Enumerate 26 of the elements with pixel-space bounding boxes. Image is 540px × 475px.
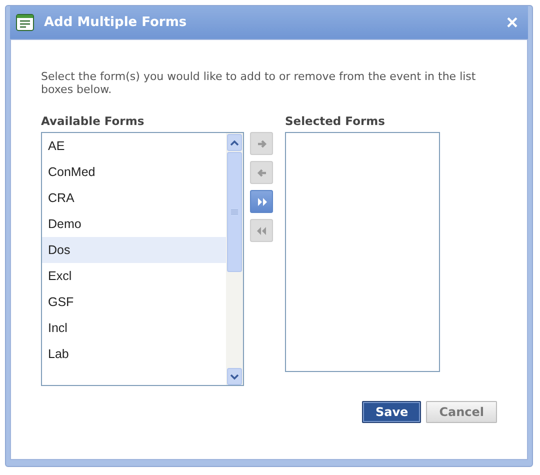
save-button[interactable]: Save: [362, 401, 422, 423]
list-item[interactable]: AE: [42, 133, 226, 159]
list-item[interactable]: Incl: [42, 315, 226, 341]
list-item[interactable]: Demo: [42, 211, 226, 237]
instructions-text: Select the form(s) you would like to add to or remove from the event in the list boxes below.: [41, 70, 477, 96]
available-forms-heading: Available Forms: [41, 114, 146, 128]
grip-icon: [231, 209, 238, 215]
form-icon: [16, 14, 34, 31]
move-button[interactable]: [250, 190, 273, 213]
list-item[interactable]: Excl: [42, 263, 226, 289]
selected-forms-list[interactable]: [285, 132, 440, 372]
scrollbar[interactable]: [226, 133, 243, 385]
selected-forms-heading: Selected Forms: [285, 114, 386, 128]
scroll-down-button[interactable]: [227, 368, 242, 385]
list-item[interactable]: GSF: [42, 289, 226, 315]
scroll-thumb[interactable]: [227, 152, 242, 272]
list-item[interactable]: CRA: [42, 185, 226, 211]
list-item[interactable]: ConMed: [42, 159, 226, 185]
cancel-button[interactable]: Cancel: [426, 401, 497, 423]
chevron-down-icon: [230, 374, 239, 380]
chevron-up-icon: [230, 140, 239, 146]
window-title: Add Multiple Forms: [44, 15, 188, 30]
scroll-up-button[interactable]: [227, 134, 242, 151]
available-forms-list[interactable]: AE ConMed CRA Demo Dos Excl GSF Incl Lab: [41, 132, 244, 386]
list-item[interactable]: Lab: [42, 341, 226, 367]
list-item[interactable]: Dos: [42, 237, 226, 263]
